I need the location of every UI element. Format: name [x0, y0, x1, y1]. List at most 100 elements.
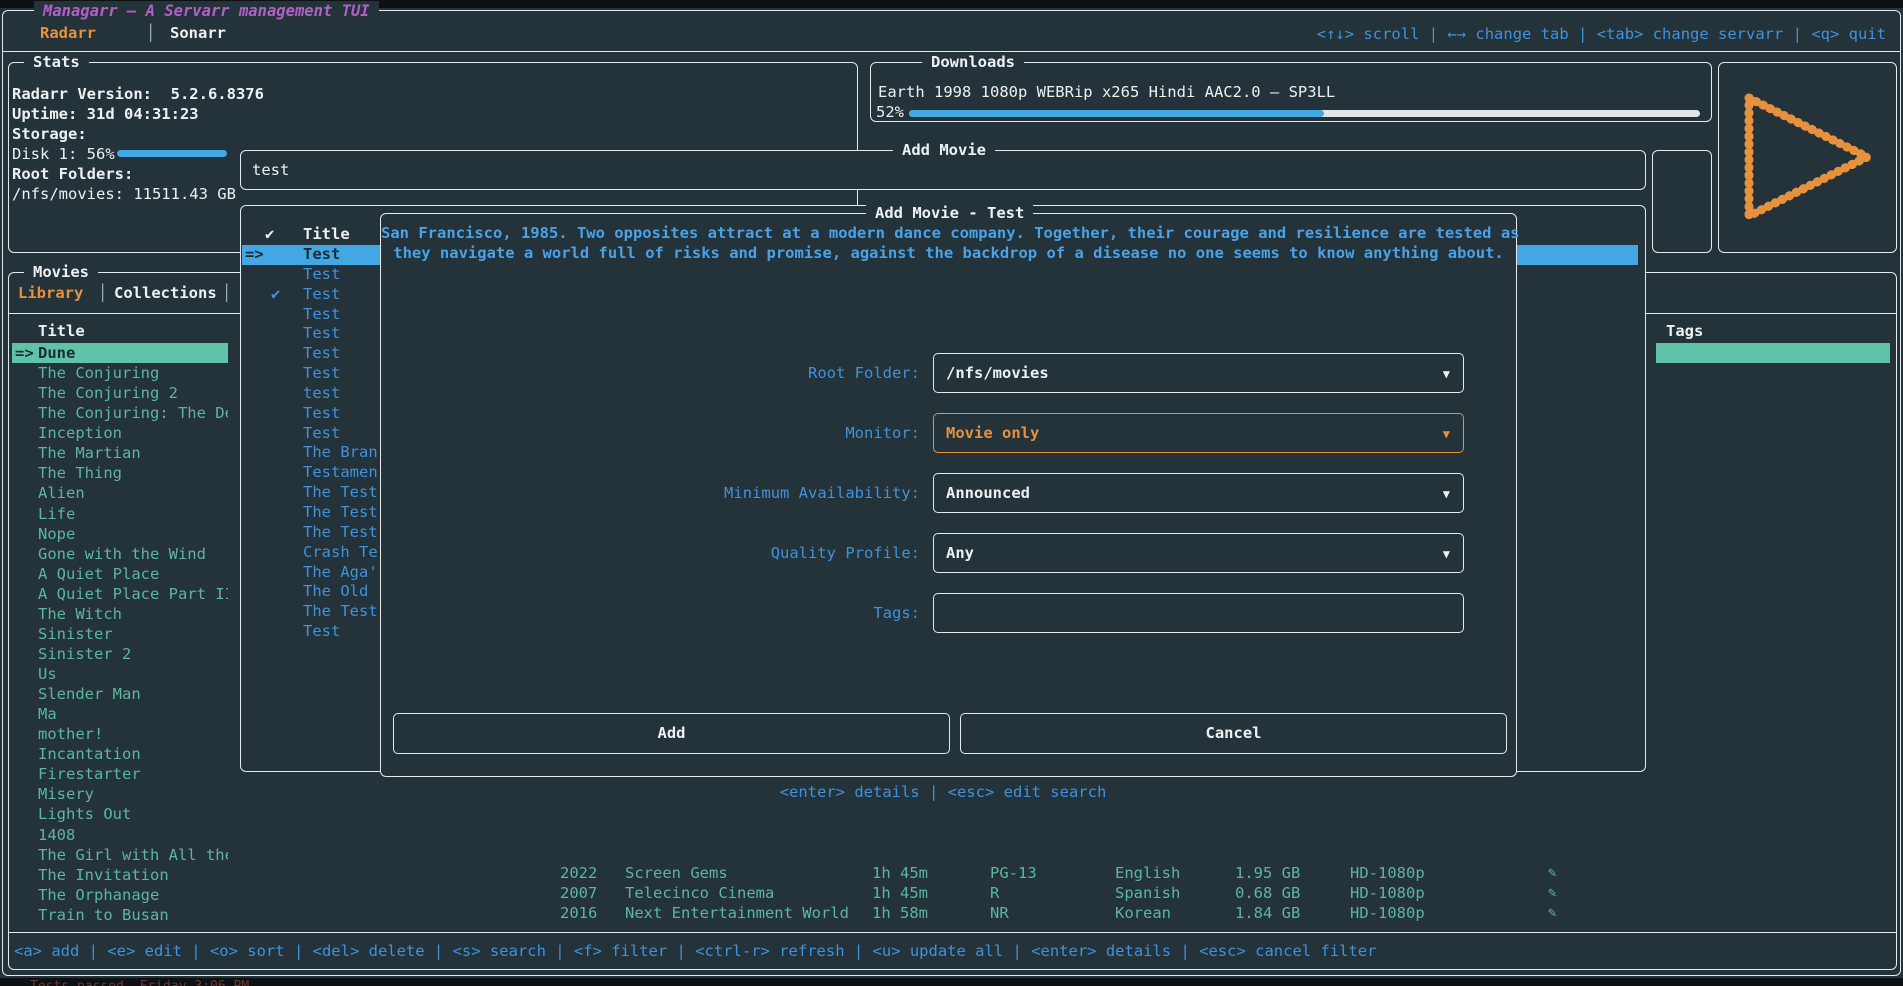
library-row[interactable]: Misery: [12, 784, 228, 804]
movie-title: The Conjuring: [38, 364, 159, 382]
library-row[interactable]: The Conjuring: [12, 363, 228, 383]
field-value: Announced: [946, 483, 1030, 503]
field-label: Tags:: [873, 603, 920, 623]
tab-library[interactable]: Library: [18, 283, 83, 303]
storage-label: Storage:: [12, 124, 87, 144]
result-title: The Test: [303, 503, 378, 521]
edit-pencil-icon[interactable]: ✎: [1548, 863, 1556, 883]
result-title: Testamen: [303, 463, 378, 481]
stats-title: Stats: [24, 52, 89, 72]
library-row[interactable]: Sinister: [12, 624, 228, 644]
field-label: Root Folder:: [808, 363, 920, 383]
download-percent-label: 52%: [876, 102, 904, 122]
library-row[interactable]: The Girl with All the: [12, 845, 228, 865]
movie-title: The Girl with All the: [38, 846, 228, 864]
edit-pencil-icon[interactable]: ✎: [1548, 903, 1556, 923]
library-row[interactable]: mother!: [12, 724, 228, 744]
size-cell: 1.95 GB: [1235, 863, 1300, 883]
add-button[interactable]: Add: [393, 713, 950, 754]
tab-separator: │: [98, 283, 107, 303]
language-cell: Spanish: [1115, 883, 1180, 903]
year-cell: 2016: [560, 903, 597, 923]
movie-details-row[interactable]: 2007 Telecinco Cinema 1h 45m R Spanish 0…: [0, 883, 1903, 903]
library-row[interactable]: Alien: [12, 483, 228, 503]
field-dropdown[interactable]: Any ▼: [933, 533, 1464, 573]
library-row[interactable]: The Martian: [12, 443, 228, 463]
downloads-title: Downloads: [922, 52, 1024, 72]
library-row[interactable]: Lights Out: [12, 804, 228, 824]
result-title: Test: [303, 324, 340, 342]
library-row[interactable]: A Quiet Place Part II: [12, 584, 228, 604]
search-input[interactable]: test: [252, 160, 289, 180]
edit-pencil-icon[interactable]: ✎: [1548, 883, 1556, 903]
movie-title: A Quiet Place Part II: [38, 585, 228, 603]
managarr-logo: [1733, 86, 1883, 228]
search-keybind-hints: <enter> details | <esc> edit search: [240, 782, 1646, 802]
tab-sonarr[interactable]: Sonarr: [170, 23, 226, 43]
tab-separator: │: [146, 23, 155, 43]
runtime-cell: 1h 45m: [872, 883, 928, 903]
field-label: Quality Profile:: [771, 543, 920, 563]
library-row[interactable]: Gone with the Wind: [12, 544, 228, 564]
form-field-row: Monitor: Movie only▼: [381, 413, 1518, 453]
library-row[interactable]: The Conjuring: The De: [12, 403, 228, 423]
movies-keybind-hints: <a> add | <e> edit | <o> sort | <del> de…: [14, 941, 1376, 961]
form-field-row: Minimum Availability: Announced▼: [381, 473, 1518, 513]
library-row[interactable]: Incantation: [12, 744, 228, 764]
library-row[interactable]: Us: [12, 664, 228, 684]
cancel-button[interactable]: Cancel: [960, 713, 1507, 754]
library-row[interactable]: Firestarter: [12, 764, 228, 784]
movie-title: Lights Out: [38, 805, 131, 823]
library-row[interactable]: The Witch: [12, 604, 228, 624]
movie-title: 1408: [38, 826, 75, 844]
movie-details-row[interactable]: 2016 Next Entertainment World 1h 58m NR …: [0, 903, 1903, 923]
year-cell: 2022: [560, 863, 597, 883]
field-dropdown[interactable]: /nfs/movies▼: [933, 353, 1464, 393]
library-row[interactable]: Slender Man: [12, 684, 228, 704]
library-row[interactable]: Inception: [12, 423, 228, 443]
result-title: Crash Te: [303, 543, 378, 561]
tab-collections[interactable]: Collections: [114, 283, 217, 303]
library-row[interactable]: A Quiet Place: [12, 564, 228, 584]
runtime-cell: 1h 58m: [872, 903, 928, 923]
result-title: The Test: [303, 523, 378, 541]
movies-title: Movies: [24, 262, 98, 282]
result-title: The Test: [303, 602, 378, 620]
result-title: Test: [303, 404, 340, 422]
library-row[interactable]: Life: [12, 504, 228, 524]
result-title: Test: [303, 265, 340, 283]
radarr-version: Radarr Version: 5.2.6.8376: [12, 84, 264, 104]
result-title: Test: [303, 364, 340, 382]
library-row[interactable]: The Conjuring 2: [12, 383, 228, 403]
field-value: Any: [946, 543, 974, 563]
library-row[interactable]: =>Dune: [12, 343, 228, 363]
result-title: Test: [303, 344, 340, 362]
tab-separator: │: [222, 283, 231, 303]
rating-cell: PG-13: [990, 863, 1037, 883]
chevron-down-icon: ▼: [1443, 364, 1450, 384]
movie-library-list: =>DuneThe Conjuring The Conjuring 2The Co…: [12, 343, 228, 925]
add-movie-modal: San Francisco, 1985. Two opposites attra…: [380, 213, 1517, 777]
field-dropdown[interactable]: [933, 593, 1464, 633]
field-dropdown[interactable]: Movie only▼: [933, 413, 1464, 453]
movie-title: mother!: [38, 725, 103, 743]
library-row[interactable]: The Thing: [12, 463, 228, 483]
result-title: test: [303, 384, 340, 402]
library-row[interactable]: 1408: [12, 825, 228, 845]
movie-title: Slender Man: [38, 685, 141, 703]
library-row[interactable]: Nope: [12, 524, 228, 544]
chevron-down-icon: ▼: [1443, 544, 1450, 564]
library-row[interactable]: Sinister 2: [12, 644, 228, 664]
quality-cell: HD-1080p: [1350, 863, 1425, 883]
language-cell: English: [1115, 863, 1180, 883]
column-header-tags: Tags: [1666, 321, 1703, 341]
movie-details-row[interactable]: 2022 Screen Gems 1h 45m PG-13 English 1.…: [0, 863, 1903, 883]
result-title: Test: [303, 622, 340, 640]
tab-radarr[interactable]: Radarr: [40, 23, 96, 43]
field-dropdown[interactable]: Announced▼: [933, 473, 1464, 513]
column-header-title: Title: [38, 321, 85, 341]
result-title: The Test: [303, 483, 378, 501]
library-row[interactable]: Ma: [12, 704, 228, 724]
movie-title: The Conjuring 2: [38, 384, 178, 402]
result-title: The Aga': [303, 563, 378, 581]
